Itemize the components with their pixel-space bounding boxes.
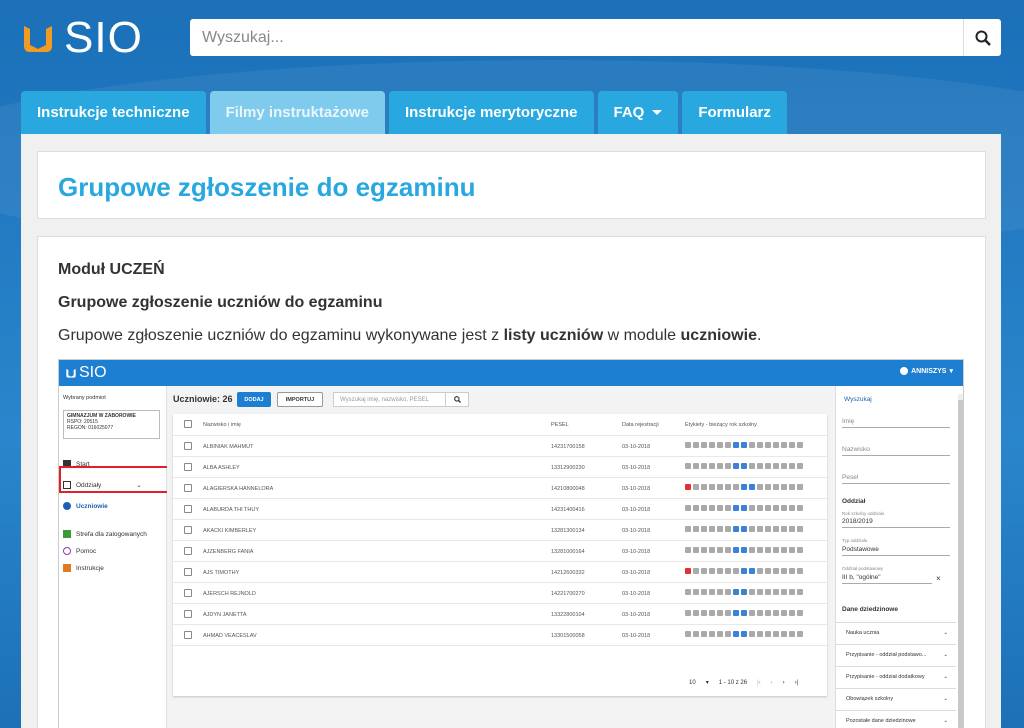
shot-topbar: SIO ANNISZYS ▾: [59, 360, 963, 386]
shot-table-row: AJDYN JANETTA 13322800104 03-10-2018: [173, 604, 827, 625]
shot-field-nazwisko: Nazwisko: [842, 446, 950, 456]
tab-instrukcje-merytoryczne[interactable]: Instrukcje merytoryczne: [388, 91, 594, 134]
section-heading: Moduł UCZEŃ: [58, 261, 165, 278]
label-icons: [685, 610, 803, 616]
label-icons: [685, 484, 803, 490]
label-icons: [685, 631, 803, 637]
shot-accordion-item: Pozostałe dane dziedzinowe ⌄: [836, 710, 956, 728]
tab-faq[interactable]: FAQ: [597, 91, 679, 134]
search-button[interactable]: [963, 19, 1001, 56]
page-title: Grupowe zgłoszenie do egzaminu: [58, 172, 476, 202]
shot-accordion-item: Obowiązek szkolny ⌄: [836, 688, 956, 708]
shot-side-label: Wybrany podmiot: [63, 395, 106, 401]
shot-count: Uczniowie: 26: [173, 394, 233, 404]
logo-text: SIO: [64, 13, 143, 62]
shot-main: Uczniowie: 26 DODAJ IMPORTUJ Wyszukaj im…: [167, 386, 835, 728]
label-icons: [685, 526, 803, 532]
shot-nav-instrukcje: Instrukcje: [63, 564, 104, 572]
shot-search-button: [445, 392, 469, 407]
clear-icon: ×: [936, 574, 941, 583]
shot-add-button: DODAJ: [237, 392, 271, 407]
shot-pagination: 10 ▾ 1 - 10 z 26 |‹ ‹ › ›|: [689, 679, 799, 687]
shot-user-menu: ANNISZYS ▾: [900, 367, 953, 375]
shot-select-typ: Podstawowe: [842, 546, 950, 556]
shot-section-dane: Dane dziedzinowe: [842, 606, 898, 613]
shot-table-row: ALABURDA THI THUY 14231400416 03-10-2018: [173, 499, 827, 520]
section-subheading: Grupowe zgłoszenie uczniów do egzaminu: [58, 294, 383, 311]
label-icons: [685, 442, 803, 448]
shot-table-header: Nazwisko i imię PESEL Data rejestracji E…: [173, 414, 827, 436]
shot-table-row: AHMAD VEACESLAV 13301500058 03-10-2018: [173, 625, 827, 646]
shot-table-row: ALAGIERSKA HANNELORA 14210800048 03-10-201…: [173, 478, 827, 499]
search-input[interactable]: [190, 19, 963, 56]
tab-formularz[interactable]: Formularz: [682, 91, 787, 134]
shot-sidebar: Wybrany podmiot GIMNAZJUM W ZABOROWIE RS…: [59, 386, 167, 728]
shot-table: Nazwisko i imię PESEL Data rejestracji E…: [173, 414, 827, 696]
label-icons: [685, 505, 803, 511]
shot-filter-panel: Wyszukaj Imię Nazwisko Pesel Oddział Rok…: [835, 386, 963, 728]
search-icon: [975, 30, 991, 46]
shot-table-row: AJERSCH REJNOLD 14221700270 03-10-2018: [173, 583, 827, 604]
caret-down-icon: [652, 110, 663, 115]
user-icon: [900, 367, 909, 375]
book-logo-icon: [24, 26, 52, 52]
shot-table-row: AJZENBERG FANIA 13281000164 03-10-2018: [173, 541, 827, 562]
shot-section-oddzial: Oddział: [842, 498, 866, 505]
shot-scrollbar: [958, 394, 963, 728]
shot-nav-strefa: Strefa dla zalogowanych: [63, 530, 147, 538]
shot-select-rok: 2018/2019: [842, 518, 950, 528]
shot-school-select: GIMNAZJUM W ZABOROWIE RSPO: 20515 REGON:…: [63, 410, 160, 439]
title-box: Grupowe zgłoszenie do egzaminu: [37, 151, 986, 219]
book-logo-icon: [66, 369, 76, 378]
shot-accordion-item: Nauka ucznia ⌄: [836, 622, 956, 642]
paragraph: Grupowe zgłoszenie uczniów do egzaminu w…: [58, 327, 762, 344]
shot-logo: SIO: [65, 364, 107, 382]
embedded-screenshot: SIO ANNISZYS ▾ Wybrany podmiot GIMNAZJUM …: [58, 359, 964, 728]
article: Moduł UCZEŃ Grupowe zgłoszenie uczniów d…: [37, 236, 986, 728]
shot-table-row: AKACKI KIMBERLEY 13281300134 03-10-2018: [173, 520, 827, 541]
shot-table-row: ALBA ASHLEY 13312900230 03-10-2018: [173, 457, 827, 478]
content-area: Grupowe zgłoszenie do egzaminu Moduł UCZ…: [21, 134, 1001, 728]
shot-nav-uczniowie: Uczniowie: [63, 502, 108, 510]
shot-nav-pomoc: Pomoc: [63, 547, 96, 555]
shot-filter-search: Wyszukaj: [844, 396, 872, 403]
shot-import-button: IMPORTUJ: [277, 392, 323, 407]
shot-table-row: AJS TIMOTHY 14212600332 03-10-2018: [173, 562, 827, 583]
label-icons: [685, 568, 803, 574]
shot-accordion-item: Przypisanie - oddział dodatkowy ⌄: [836, 666, 956, 686]
shot-accordion-item: Przypisanie - oddział podstawo... ⌄: [836, 644, 956, 664]
sio-logo[interactable]: SIO: [20, 16, 143, 60]
search-icon: [453, 396, 461, 403]
tab-instrukcje-techniczne[interactable]: Instrukcje techniczne: [21, 91, 206, 134]
search-bar: [190, 19, 1001, 56]
shot-select-oddzial: III b, "ogólne": [842, 574, 932, 584]
shot-table-row: ALBINIAK MAHMUT 14231700158 03-10-2018: [173, 436, 827, 457]
shot-field-pesel: Pesel: [842, 474, 950, 484]
label-icons: [685, 463, 803, 469]
label-icons: [685, 547, 803, 553]
label-icons: [685, 589, 803, 595]
tab-filmy-instruktazowe[interactable]: Filmy instruktażowe: [209, 91, 385, 134]
main-tabs: Instrukcje techniczne Filmy instruktażow…: [21, 91, 787, 134]
shot-field-imie: Imię: [842, 418, 950, 428]
